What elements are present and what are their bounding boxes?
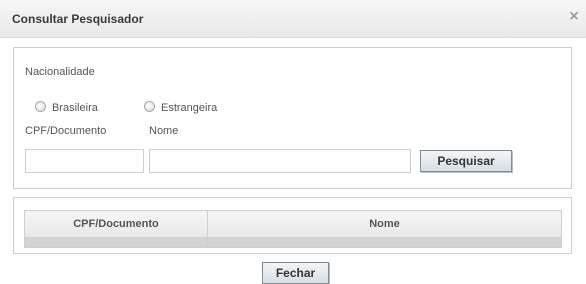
name-input[interactable]	[149, 149, 411, 173]
dialog-titlebar: Consultar Pesquisador ×	[0, 0, 586, 38]
results-panel: CPF/Documento Nome	[13, 197, 572, 254]
close-icon[interactable]: ×	[566, 8, 582, 26]
consultar-pesquisador-dialog: Consultar Pesquisador × Nacionalidade Br…	[0, 0, 586, 284]
close-button[interactable]: Fechar	[262, 262, 329, 284]
radio-brasileira[interactable]	[35, 101, 46, 112]
column-header-cpf[interactable]: CPF/Documento	[24, 210, 208, 238]
radio-estrangeira-label[interactable]: Estrangeira	[161, 102, 217, 114]
search-panel: Nacionalidade Brasileira Estrangeira CPF…	[13, 47, 572, 189]
radio-brasileira-label[interactable]: Brasileira	[52, 102, 98, 114]
name-label: Nome	[149, 125, 179, 137]
empty-results-row	[24, 237, 562, 248]
column-header-name[interactable]: Nome	[207, 210, 562, 238]
radio-estrangeira[interactable]	[144, 101, 155, 112]
cpf-label: CPF/Documento	[25, 125, 107, 137]
results-table: CPF/Documento Nome	[24, 210, 562, 248]
dialog-title: Consultar Pesquisador	[12, 12, 144, 26]
nationality-label: Nacionalidade	[25, 66, 95, 78]
cpf-input[interactable]	[25, 149, 144, 173]
search-button[interactable]: Pesquisar	[420, 150, 512, 172]
